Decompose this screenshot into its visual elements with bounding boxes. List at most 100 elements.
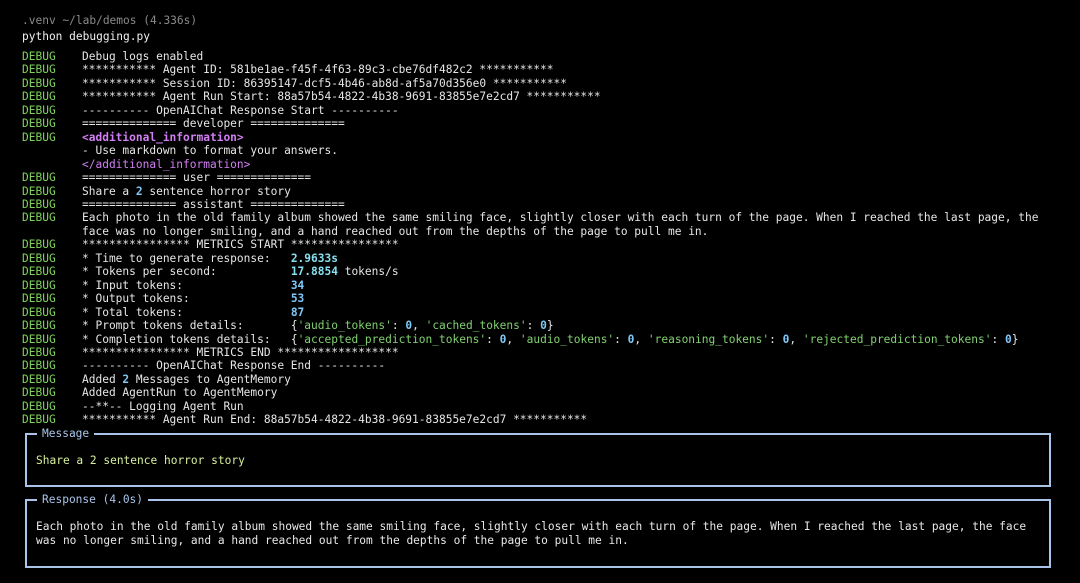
log-message: *********** Agent Run End: 88a57b54-4822… bbox=[82, 413, 588, 427]
metric-value: 87 bbox=[290, 305, 305, 319]
metric-row: DEBUG * Time to generate response: 2.9633… bbox=[22, 252, 1058, 265]
log-row: DEBUG Debug logs enabled bbox=[22, 50, 1058, 63]
log-row: DEBUG ============== assistant ==========… bbox=[22, 198, 1058, 211]
log-message: *********** Session ID: 86395147-dcf5-4b… bbox=[82, 76, 567, 90]
log-message: **************** METRICS END ***********… bbox=[82, 345, 399, 359]
response-panel-title: Response (4.0s) bbox=[37, 493, 149, 507]
log-message: ---------- OpenAIChat Response End -----… bbox=[82, 359, 386, 373]
dict-key: 'reasoning_tokens' bbox=[647, 332, 770, 346]
log-message: ---------- OpenAIChat Response Start ---… bbox=[82, 103, 399, 117]
dict-value: 0 bbox=[1004, 332, 1012, 346]
log-message: *********** Agent Run Start: 88a57b54-48… bbox=[82, 90, 601, 104]
log-row: DEBUG Each photo in the old family album … bbox=[22, 211, 1058, 238]
log-row: DEBUG ---------- OpenAIChat Response End … bbox=[22, 359, 1058, 372]
metric-value: 34 bbox=[290, 278, 305, 292]
log-row: DEBUG <additional_information> - Use mark… bbox=[22, 131, 1058, 171]
dict-key: 'audio_tokens' bbox=[297, 319, 392, 333]
metric-value: 2.9633s bbox=[290, 251, 338, 265]
text-segment: Added bbox=[82, 372, 123, 386]
text-segment: Messages to AgentMemory bbox=[129, 372, 291, 386]
log-message: --**-- Logging Agent Run bbox=[82, 399, 244, 413]
metric-row: DEBUG * Total tokens: 87 bbox=[22, 306, 1058, 319]
log-level: DEBUG bbox=[22, 50, 56, 63]
log-level: DEBUG bbox=[22, 345, 56, 359]
log-row: DEBUG **************** METRICS START ****… bbox=[22, 238, 1058, 251]
xml-close-tag: </additional_information> bbox=[82, 157, 251, 171]
log-level: DEBUG bbox=[22, 278, 56, 292]
metric-label: * Input tokens: bbox=[82, 278, 291, 292]
system-instruction: - Use markdown to format your answers. bbox=[82, 144, 338, 158]
message-panel-body: Share a 2 sentence horror story bbox=[36, 454, 245, 467]
log-message: Added AgentRun to AgentMemory bbox=[82, 386, 278, 400]
terminal-window: .venv ~/lab/demos (4.336s) python debugg… bbox=[0, 0, 1080, 583]
log-row: DEBUG --**-- Logging Agent Run bbox=[22, 400, 1058, 413]
log-message: ============== assistant ============== bbox=[82, 197, 345, 211]
log-row: DEBUG Share a 2 sentence horror story bbox=[22, 185, 1058, 198]
metric: * Tokens per second: 17.8854 tokens/s bbox=[82, 265, 1058, 278]
log-level: DEBUG bbox=[22, 399, 56, 413]
log-level: DEBUG bbox=[22, 265, 56, 279]
metric-row: DEBUG * Output tokens: 53 bbox=[22, 292, 1058, 305]
metric-label: * Completion tokens details: bbox=[82, 332, 291, 346]
log-message: ============== user ============== bbox=[82, 171, 312, 185]
metric-row: DEBUG * Input tokens: 34 bbox=[22, 279, 1058, 292]
punct: } bbox=[546, 319, 554, 333]
log-row: DEBUG ============== user ============== bbox=[22, 171, 1058, 184]
metric-label: * Total tokens: bbox=[82, 305, 291, 319]
response-panel-body: Each photo in the old family album showe… bbox=[36, 520, 1027, 547]
log-level: DEBUG bbox=[22, 359, 56, 373]
log-row: DEBUG *********** Agent Run End: 88a57b54… bbox=[22, 413, 1058, 426]
log-level: DEBUG bbox=[22, 251, 56, 265]
metric-value: 17.8854 bbox=[290, 265, 338, 279]
metric-row: DEBUG * Tokens per second: 17.8854 tokens… bbox=[22, 265, 1058, 278]
log-row: DEBUG ---------- OpenAIChat Response Star… bbox=[22, 104, 1058, 117]
punct: : bbox=[769, 332, 783, 346]
metric: * Output tokens: 53 bbox=[82, 292, 1058, 305]
log-row: DEBUG ============== developer ==========… bbox=[22, 117, 1058, 130]
log-level: DEBUG bbox=[22, 90, 56, 104]
log-level: DEBUG bbox=[22, 211, 56, 225]
metric: * Input tokens: 34 bbox=[82, 279, 1058, 292]
log-level: DEBUG bbox=[22, 103, 56, 117]
metric-label: * Output tokens: bbox=[82, 292, 291, 306]
dict-key: 'audio_tokens' bbox=[519, 332, 615, 346]
prompt-path: .venv ~/lab/demos (4.336s) bbox=[22, 14, 198, 27]
metric-row: DEBUG * Prompt tokens details: {'audio_to… bbox=[22, 319, 1058, 332]
log-row: DEBUG Added 2 Messages to AgentMemory bbox=[22, 373, 1058, 386]
metric: * Time to generate response: 2.9633s bbox=[82, 252, 1058, 265]
log-level: DEBUG bbox=[22, 413, 56, 427]
log-message: Share a 2 sentence horror story bbox=[82, 185, 1058, 198]
prompt-command: python debugging.py bbox=[22, 30, 150, 43]
punct: : bbox=[614, 332, 628, 346]
punct: , bbox=[789, 332, 803, 346]
punct: , bbox=[506, 332, 520, 346]
punct: , bbox=[634, 332, 648, 346]
dict-key: 'accepted_prediction_tokens' bbox=[297, 332, 487, 346]
log-level: DEBUG bbox=[22, 117, 56, 131]
dict-value: 0 bbox=[540, 319, 547, 333]
log-level: DEBUG bbox=[22, 76, 56, 90]
log-level: DEBUG bbox=[22, 332, 56, 346]
log-message: *********** Agent ID: 581be1ae-f45f-4f63… bbox=[82, 63, 554, 77]
dict-key: 'cached_tokens' bbox=[425, 319, 527, 333]
log-level: DEBUG bbox=[22, 319, 56, 333]
punct: : bbox=[526, 319, 541, 333]
dict-key: 'rejected_prediction_tokens' bbox=[802, 332, 992, 346]
log-level: DEBUG bbox=[22, 238, 56, 252]
log-message: Added 2 Messages to AgentMemory bbox=[82, 373, 1058, 386]
log-row: DEBUG *********** Agent Run Start: 88a57b… bbox=[22, 90, 1058, 103]
punct: , bbox=[412, 319, 426, 333]
punct: { bbox=[290, 332, 298, 346]
log-level: DEBUG bbox=[22, 171, 56, 185]
metric: * Prompt tokens details: {'audio_tokens'… bbox=[82, 319, 1058, 332]
log-message: ============== developer ============== bbox=[82, 117, 345, 131]
message-panel-title: Message bbox=[37, 427, 95, 441]
metric-label: * Tokens per second: bbox=[82, 265, 291, 279]
log-level: DEBUG bbox=[22, 197, 56, 211]
punct: : bbox=[391, 319, 406, 333]
log-level: DEBUG bbox=[22, 372, 56, 386]
log-row: DEBUG Added AgentRun to AgentMemory bbox=[22, 386, 1058, 399]
number-highlight: 2 bbox=[135, 184, 143, 198]
response-panel: Response (4.0s) Each photo in the old fa… bbox=[25, 493, 1051, 568]
text-segment: sentence horror story bbox=[142, 184, 291, 198]
